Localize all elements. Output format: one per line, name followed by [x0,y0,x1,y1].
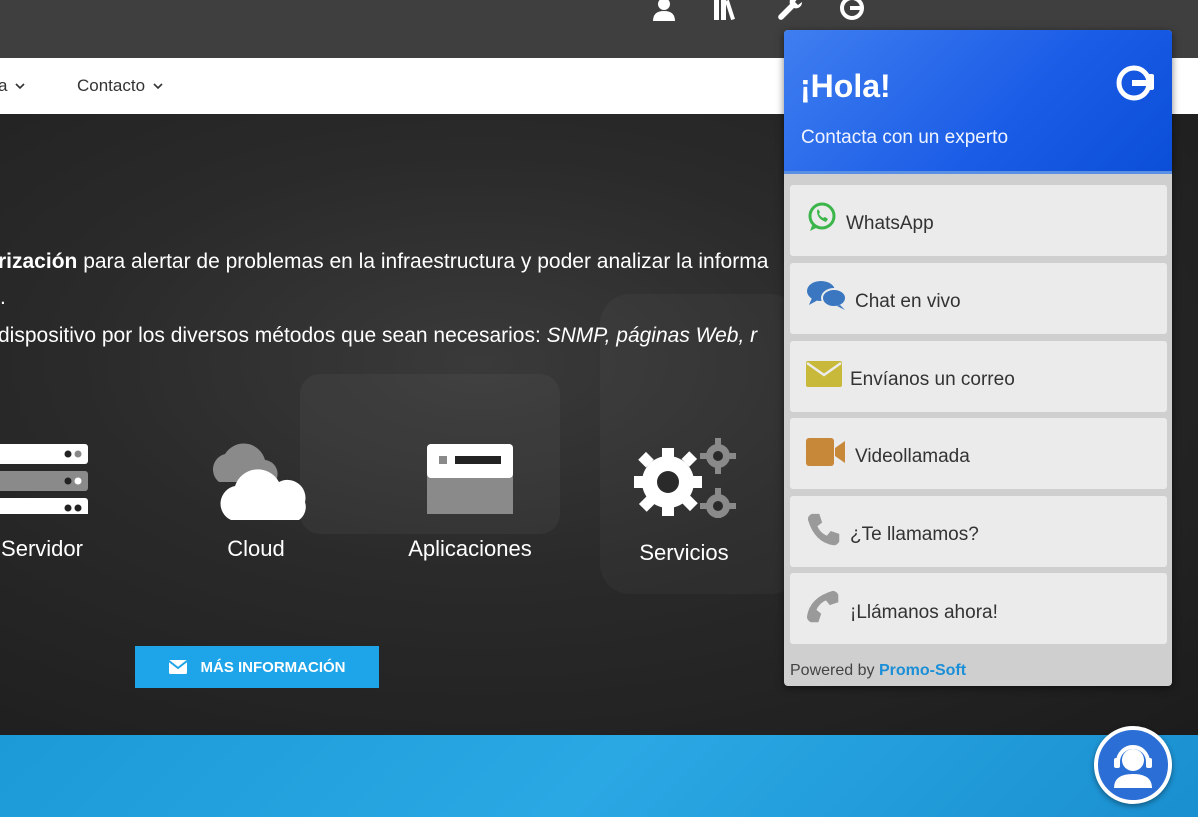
nav-item-partial-label: a [0,76,8,95]
envelope-icon [806,361,842,387]
option-llamanos-ahora[interactable]: ¡Llámanos ahora! [790,573,1167,644]
feature-aplicaciones[interactable]: Aplicaciones [380,434,560,562]
option-correo[interactable]: Envíanos un correo [790,341,1167,412]
option-label: Videollamada [855,446,970,467]
whatsapp-icon [808,202,836,231]
feature-label: Servicios [639,540,729,565]
envelope-icon [168,660,187,674]
chevron-down-icon [153,83,163,90]
wrench-icon[interactable] [776,0,804,22]
option-te-llamamos[interactable]: ¿Te llamamos? [790,496,1167,567]
option-videollamada[interactable]: Videollamada [790,418,1167,489]
powered-by-text: Powered by [790,662,879,679]
footer-band [0,735,1198,817]
nav-item-contacto-label: Contacto [77,76,146,95]
support-logo-icon[interactable] [838,0,866,22]
phone-icon [807,513,840,546]
video-camera-icon [806,438,845,466]
support-chat-fab[interactable] [1094,726,1172,804]
option-label: Envíanos un correo [850,369,1015,390]
contact-widget: ¡Hola! Contacta con un experto WhatsApp … [784,30,1172,686]
hero-italic-text: SNMP, páginas Web, r [546,324,758,347]
option-chat-en-vivo[interactable]: Chat en vivo [790,263,1167,334]
widget-subtitle: Contacta con un experto [801,127,1009,148]
library-icon[interactable] [712,0,740,22]
option-label: WhatsApp [846,213,934,234]
support-logo-icon [1116,65,1154,101]
nav-item-contacto[interactable]: Contacto [77,76,163,96]
hero-paragraph-1: rización para alertar de problemas en la… [0,250,768,274]
powered-by-brand-link[interactable]: Promo-Soft [879,662,966,679]
feature-servidor[interactable]: Servidor [0,434,132,562]
widget-header: ¡Hola! Contacta con un experto [784,30,1172,174]
mas-informacion-label: MÁS INFORMACIÓN [200,658,346,676]
hero-text: para alertar de problemas en la infraest… [77,250,769,273]
feature-cloud[interactable]: Cloud [166,434,346,562]
server-icon [0,444,88,514]
option-label: ¡Llámanos ahora! [850,602,998,623]
option-whatsapp[interactable]: WhatsApp [790,185,1167,256]
phone-icon [806,590,839,623]
option-label: ¿Te llamamos? [850,524,979,545]
hero-paragraph-2: dispositivo por los diversos métodos que… [0,324,757,348]
chevron-down-icon [15,83,26,90]
application-window-icon [427,444,513,514]
feature-label: Aplicaciones [408,536,532,561]
cloud-icon [212,443,306,520]
widget-title: ¡Hola! [800,68,891,104]
hero-bold-text: rización [0,250,78,273]
gears-icon [634,438,736,518]
option-label: Chat en vivo [855,291,961,312]
feature-servicios[interactable]: Servicios [594,434,774,566]
user-icon[interactable] [650,0,678,22]
headset-agent-icon [1114,745,1152,788]
hero-paragraph-1-end: . [0,286,6,309]
mas-informacion-button[interactable]: MÁS INFORMACIÓN [135,646,379,688]
powered-by: Powered by Promo-Soft [790,662,966,680]
hero-text: dispositivo por los diversos métodos que… [0,324,547,347]
feature-label: Cloud [227,536,285,561]
chat-bubbles-icon [807,281,847,310]
feature-label: Servidor [1,536,83,561]
nav-item-partial[interactable]: a [0,76,26,96]
